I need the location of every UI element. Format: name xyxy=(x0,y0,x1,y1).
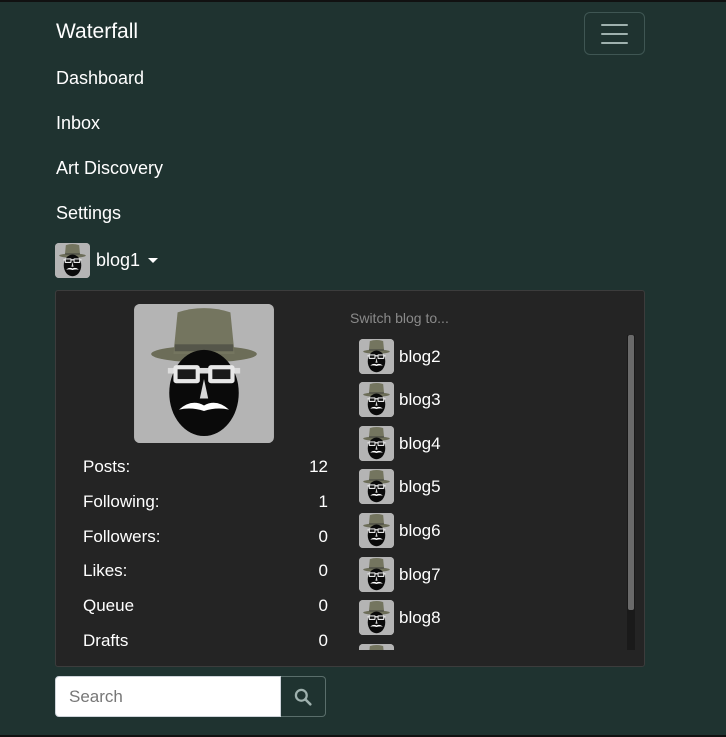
blog-name: blog7 xyxy=(399,564,441,584)
stat-posts-value: 12 xyxy=(309,457,328,476)
navbar-toggler-button[interactable] xyxy=(584,12,645,55)
stat-followers-value: 0 xyxy=(318,527,328,546)
hamburger-icon xyxy=(601,23,628,26)
scrollbar-thumb[interactable] xyxy=(628,335,634,610)
switch-blog-list[interactable]: blog2 blog3 blog4 blog5 blog6 blog7 blog… xyxy=(352,335,639,650)
switch-blog-heading: Switch blog to... xyxy=(350,310,449,326)
switch-blog-item[interactable]: blog7 xyxy=(359,557,441,592)
stat-queue-label[interactable]: Queue xyxy=(83,596,134,616)
nav-link-settings[interactable]: Settings xyxy=(56,203,121,224)
search-input[interactable] xyxy=(55,676,281,717)
switch-blog-item[interactable]: blog2 xyxy=(359,339,441,374)
caret-down-icon xyxy=(148,258,159,263)
nav-link-dashboard[interactable]: Dashboard xyxy=(56,68,144,89)
switch-blog-item[interactable]: blog8 xyxy=(359,600,441,635)
blog-avatar-icon xyxy=(359,600,394,635)
current-blog-label: blog1 xyxy=(96,250,141,270)
blog-name: blog4 xyxy=(399,433,441,453)
blog-name: blog3 xyxy=(399,389,441,409)
blog-avatar-icon xyxy=(359,339,394,374)
blog-name: blog6 xyxy=(399,520,441,540)
blog-name: blog8 xyxy=(399,607,441,627)
stat-followers-label: Followers: xyxy=(83,527,161,546)
blog-name: blog2 xyxy=(399,346,441,366)
blog-dropdown-toggle[interactable]: blog1 xyxy=(55,243,159,278)
blog-list-scrollbar[interactable] xyxy=(627,335,635,650)
stat-likes-label: Likes: xyxy=(83,561,128,580)
stat-likes-value: 0 xyxy=(318,561,328,580)
blog-avatar-icon xyxy=(55,243,90,278)
switch-blog-item[interactable]: blog3 xyxy=(359,382,441,417)
search-form xyxy=(55,676,326,717)
blog-avatar-icon xyxy=(359,557,394,592)
switch-blog-item[interactable]: blog6 xyxy=(359,513,441,548)
search-button[interactable] xyxy=(281,676,326,717)
blog-avatar-icon xyxy=(359,644,394,650)
blog-name: blog5 xyxy=(399,476,441,496)
switch-blog-item-partial[interactable] xyxy=(359,644,394,650)
blog-dropdown-menu: Posts: 12 Following: 1 Followers: 0 Like… xyxy=(55,290,645,667)
switch-blog-item[interactable]: blog4 xyxy=(359,426,441,461)
stat-posts-label: Posts: xyxy=(83,457,131,476)
current-blog-avatar xyxy=(134,304,274,443)
stat-following-value: 1 xyxy=(318,492,328,511)
stat-queue-value: 0 xyxy=(318,596,328,615)
stat-drafts-label[interactable]: Drafts xyxy=(83,631,128,651)
blog-avatar-icon xyxy=(359,469,394,504)
stat-drafts-value: 0 xyxy=(318,631,328,650)
switch-blog-item[interactable]: blog5 xyxy=(359,469,441,504)
blog-avatar-icon xyxy=(359,513,394,548)
blog-avatar-icon xyxy=(359,382,394,417)
window-top-border xyxy=(0,0,726,2)
brand-link[interactable]: Waterfall xyxy=(56,20,138,44)
nav-link-inbox[interactable]: Inbox xyxy=(56,113,100,134)
blog-avatar-icon xyxy=(359,426,394,461)
search-icon xyxy=(294,688,312,706)
stat-following-label: Following: xyxy=(83,492,160,511)
nav-link-art-discovery[interactable]: Art Discovery xyxy=(56,158,163,179)
